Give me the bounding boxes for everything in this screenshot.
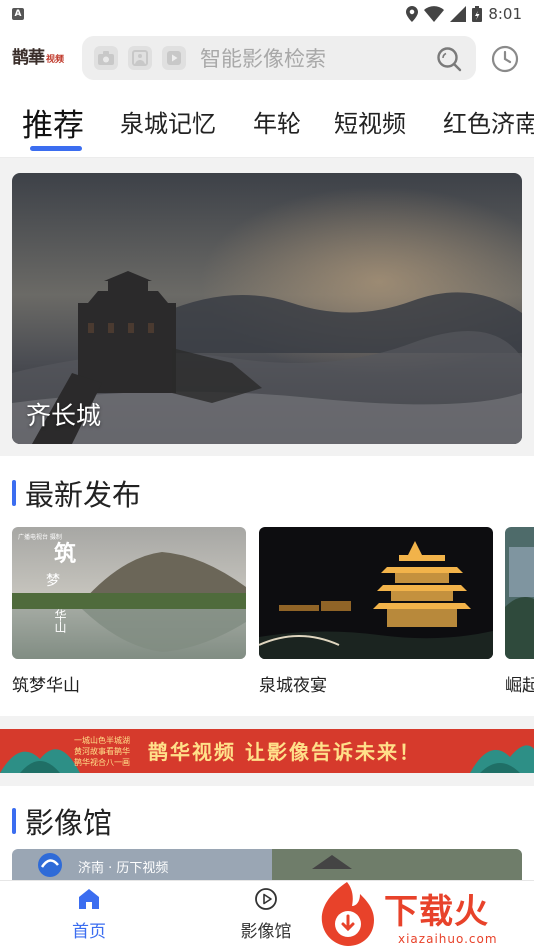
wifi-icon xyxy=(424,6,445,22)
nav-gallery-label: 影像馆 xyxy=(240,922,292,942)
battery-icon xyxy=(472,6,483,22)
latest-card-label: 泉城夜宴 xyxy=(259,676,327,696)
watermark: 下载火 xiazaihuo.com xyxy=(312,876,534,950)
card-overlay-small: 梦 xyxy=(46,573,60,589)
play-circle-icon xyxy=(255,888,277,910)
tab-recommend[interactable]: 推荐 xyxy=(22,100,84,145)
watermark-url: xiazaihuo.com xyxy=(398,932,498,946)
status-icons: 8:01 xyxy=(406,5,522,23)
search-placeholder: 智能影像检索 xyxy=(200,47,326,71)
latest-section-header: 最新发布 xyxy=(12,472,141,514)
history-icon[interactable] xyxy=(490,44,520,74)
promo-banner[interactable]: 一城山色半城湖 黄河故事看鹊华 鹊华视合八一画 鹊华视频 让影像告诉未来！ xyxy=(0,729,534,773)
latest-card-3[interactable]: 崛起 xyxy=(505,527,534,696)
location-icon xyxy=(406,6,419,22)
gallery-section-header: 影像馆 xyxy=(12,800,112,842)
watermark-brand: 下载火 xyxy=(384,892,489,932)
latest-card-label: 崛起 xyxy=(505,676,534,696)
nav-home[interactable]: 首页 xyxy=(44,887,134,942)
banner-small-text: 一城山色半城湖 黄河故事看鹊华 鹊华视合八一画 xyxy=(74,736,130,767)
status-bar: A 8:01 xyxy=(0,0,534,28)
section-accent-bar xyxy=(12,808,16,834)
video-icon[interactable] xyxy=(162,46,186,70)
home-icon xyxy=(79,889,99,909)
card-overlay-big: 筑 xyxy=(54,541,76,567)
hero-banner[interactable]: 齐长城 xyxy=(12,173,522,444)
banner-slogan: 鹊华视频 让影像告诉未来！ xyxy=(148,740,421,764)
gallery-preview-caption: 济南 · 历下视频 xyxy=(78,861,169,876)
section-accent-bar xyxy=(12,480,16,506)
latest-card-1[interactable]: 广播电视台 摄制 筑 梦 华山 筑梦华山 xyxy=(12,527,246,696)
search-bar[interactable]: 智能影像检索 xyxy=(82,36,476,80)
camera-icon[interactable] xyxy=(94,46,118,70)
tab-annual-rings[interactable]: 年轮 xyxy=(253,104,301,139)
notification-icon: A xyxy=(12,8,24,20)
signal-icon xyxy=(450,6,467,22)
tab-quancheng-memory[interactable]: 泉城记忆 xyxy=(120,104,216,139)
nav-home-label: 首页 xyxy=(72,922,106,942)
logo-sub-text: 视频 xyxy=(46,55,65,65)
latest-card-2[interactable]: 泉城夜宴 xyxy=(259,527,493,696)
latest-section-title: 最新发布 xyxy=(25,478,142,512)
nav-gallery[interactable]: 影像馆 xyxy=(221,887,311,942)
tab-active-indicator xyxy=(30,146,82,151)
logo-text: 鹊華 xyxy=(12,48,45,68)
header: 鹊華 视频 智能影像检索 xyxy=(0,30,534,86)
hero-title: 齐长城 xyxy=(26,401,102,430)
latest-card-thumbnail xyxy=(505,527,534,659)
app-logo[interactable]: 鹊華 视频 xyxy=(12,46,74,68)
gallery-section-title: 影像馆 xyxy=(25,806,113,840)
latest-card-thumbnail: 广播电视台 摄制 筑 梦 华山 xyxy=(12,527,246,659)
watermark-logo-icon xyxy=(321,882,374,946)
search-mode-icons xyxy=(94,46,186,70)
card-overlay-corner: 广播电视台 摄制 xyxy=(18,533,62,541)
status-time: 8:01 xyxy=(488,5,522,23)
tab-short-video[interactable]: 短视频 xyxy=(334,104,406,139)
latest-card-label: 筑梦华山 xyxy=(12,676,80,696)
latest-card-thumbnail xyxy=(259,527,493,659)
category-tabs: 推荐 泉城记忆 年轮 短视频 红色济南 xyxy=(0,96,534,156)
search-icon[interactable] xyxy=(436,46,462,72)
card-overlay-small2: 华山 xyxy=(53,609,67,633)
image-icon[interactable] xyxy=(128,46,152,70)
tab-red-jinan[interactable]: 红色济南 xyxy=(443,104,534,139)
